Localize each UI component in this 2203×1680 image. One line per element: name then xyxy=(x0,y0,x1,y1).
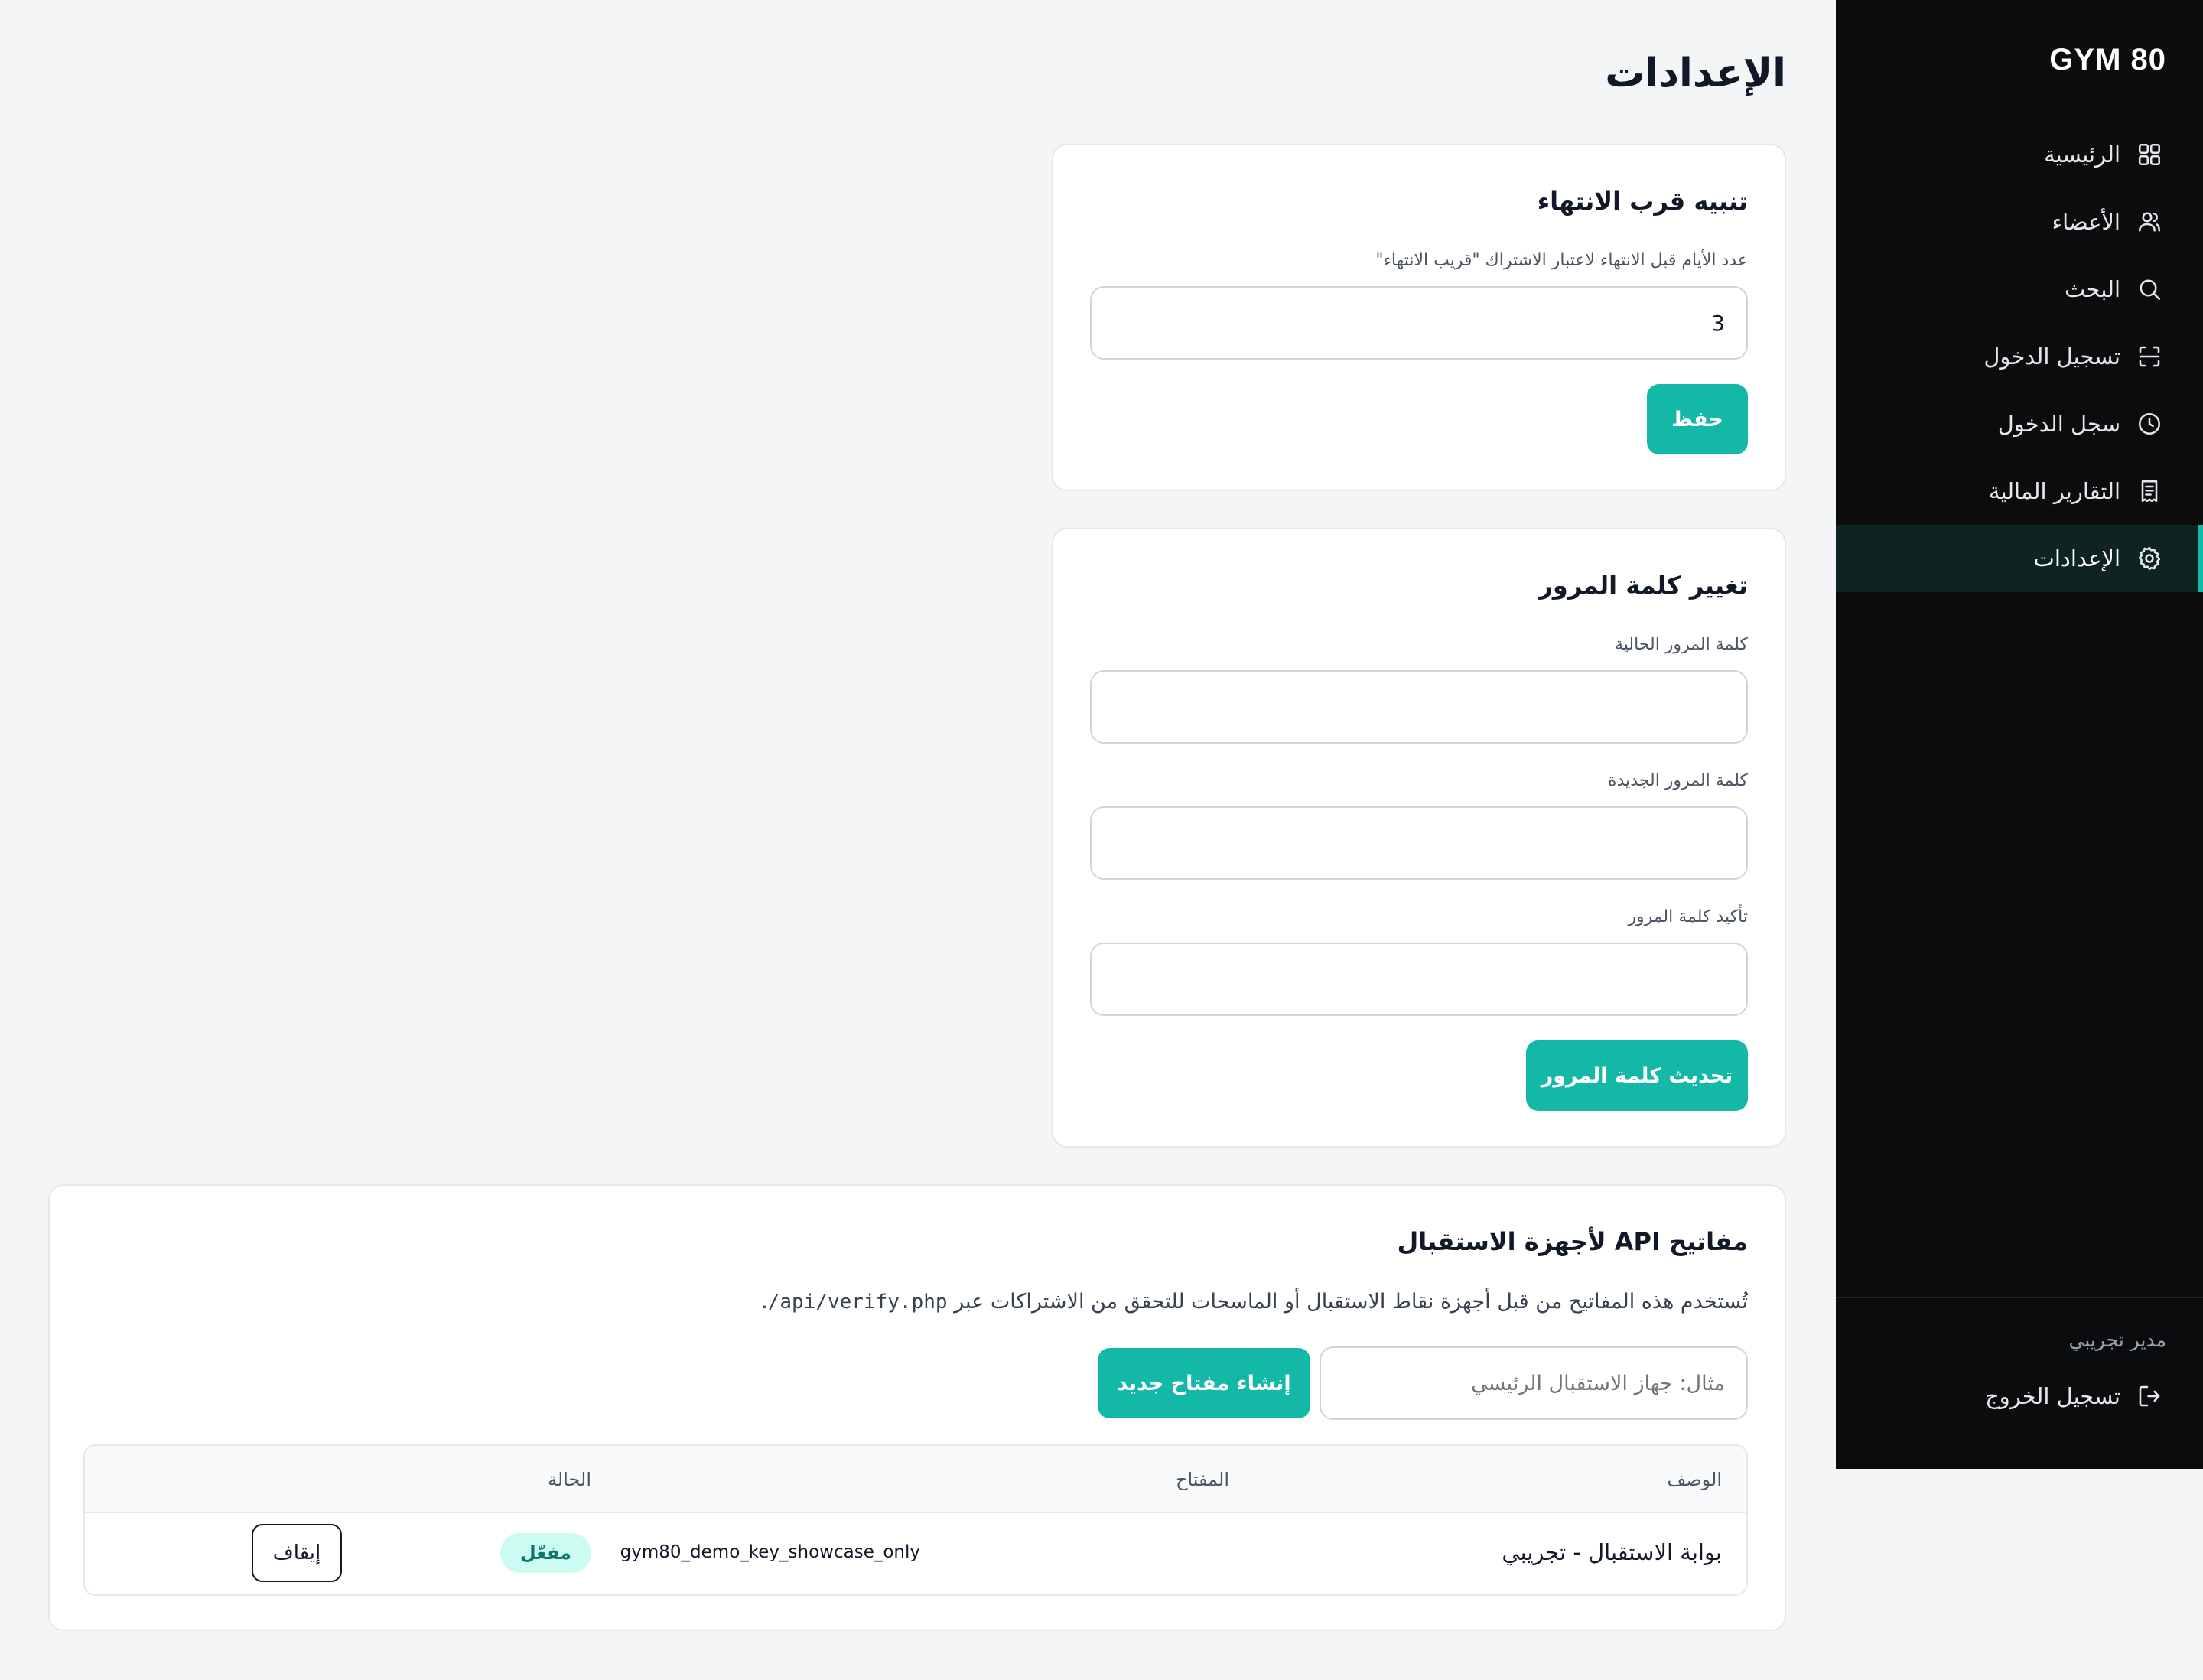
brand-logo: GYM 80 xyxy=(2049,43,2166,77)
api-description-end: . xyxy=(761,1290,768,1314)
confirm-password-label: تأكيد كلمة المرور xyxy=(1628,907,1748,926)
current-password-label: كلمة المرور الحالية xyxy=(1614,635,1748,654)
sidebar-item-members[interactable]: الأعضاء xyxy=(1836,188,2203,256)
clock-icon xyxy=(2136,410,2163,438)
receipt-icon xyxy=(2136,477,2163,505)
update-password-button[interactable]: تحديث كلمة المرور xyxy=(1526,1040,1748,1111)
logout-button[interactable]: تسجيل الخروج xyxy=(1985,1382,2163,1410)
days-label: عدد الأيام قبل الانتهاء لاعتبار الاشتراك… xyxy=(1375,251,1748,270)
sidebar-item-label: تسجيل الدخول xyxy=(1983,343,2120,370)
save-button[interactable]: حفظ xyxy=(1647,384,1748,454)
table-row: بوابة الاستقبال - تجريبي gym80_demo_key_… xyxy=(85,1513,1746,1594)
api-keys-card: مفاتيح API لأجهزة الاستقبال تُستخدم هذه … xyxy=(48,1184,1786,1631)
logout-icon xyxy=(2136,1382,2163,1410)
table-header: الوصف المفتاح الحالة xyxy=(85,1446,1746,1513)
sidebar-item-label: سجل الدخول xyxy=(1997,411,2120,437)
column-header-key: المفتاح xyxy=(1175,1469,1229,1490)
sidebar-item-check-in[interactable]: تسجيل الدخول xyxy=(1836,323,2203,390)
dashboard-icon xyxy=(2136,141,2163,168)
logout-label: تسجيل الخروج xyxy=(1985,1383,2120,1409)
row-key: gym80_demo_key_showcase_only xyxy=(620,1542,920,1562)
users-icon xyxy=(2136,208,2163,236)
new-password-input[interactable] xyxy=(1090,806,1748,880)
card-title: تغيير كلمة المرور xyxy=(1538,571,1748,600)
sidebar-item-log[interactable]: سجل الدخول xyxy=(1836,390,2203,457)
days-input[interactable] xyxy=(1090,286,1748,360)
sidebar-footer: مدير تجريبي تسجيل الخروج xyxy=(1836,1297,2203,1469)
sidebar-item-label: البحث xyxy=(2065,276,2120,302)
confirm-password-input[interactable] xyxy=(1090,943,1748,1016)
card-title: مفاتيح API لأجهزة الاستقبال xyxy=(1397,1227,1748,1256)
sidebar-item-settings[interactable]: الإعدادات xyxy=(1836,525,2203,592)
sidebar: GYM 80 الرئيسية الأعضاء البحث تسجيل الدخ… xyxy=(1836,0,2203,1469)
gear-icon xyxy=(2136,545,2163,572)
column-header-status: الحالة xyxy=(548,1469,591,1490)
api-keys-table: الوصف المفتاح الحالة بوابة الاستقبال - ت… xyxy=(83,1444,1748,1596)
sidebar-item-search[interactable]: البحث xyxy=(1836,256,2203,323)
search-icon xyxy=(2136,275,2163,303)
sidebar-item-financial-reports[interactable]: التقارير المالية xyxy=(1836,457,2203,525)
api-endpoint: /api/verify.php xyxy=(767,1291,948,1314)
row-description: بوابة الاستقبال - تجريبي xyxy=(1502,1539,1722,1565)
card-title: تنبيه قرب الانتهاء xyxy=(1537,187,1748,216)
sidebar-item-label: الرئيسية xyxy=(2044,142,2120,168)
current-password-input[interactable] xyxy=(1090,670,1748,744)
sidebar-nav: الرئيسية الأعضاء البحث تسجيل الدخول سجل … xyxy=(1836,121,2203,592)
api-description-text: تُستخدم هذه المفاتيح من قبل أجهزة نقاط ا… xyxy=(954,1290,1748,1314)
sidebar-item-label: الأعضاء xyxy=(2052,209,2120,235)
status-badge: مفعّل xyxy=(499,1533,591,1573)
new-password-label: كلمة المرور الجديدة xyxy=(1608,771,1748,790)
column-header-description: الوصف xyxy=(1667,1469,1722,1490)
user-name: مدير تجريبي xyxy=(2068,1329,2166,1351)
page-title: الإعدادات xyxy=(1605,50,1786,96)
create-key-button[interactable]: إنشاء مفتاح جديد xyxy=(1098,1348,1310,1418)
sidebar-item-label: الإعدادات xyxy=(2033,545,2120,571)
sidebar-item-home[interactable]: الرئيسية xyxy=(1836,121,2203,188)
disable-key-button[interactable]: إيقاف xyxy=(252,1524,342,1582)
expiry-alert-card: تنبيه قرب الانتهاء عدد الأيام قبل الانته… xyxy=(1052,144,1786,491)
api-description: تُستخدم هذه المفاتيح من قبل أجهزة نقاط ا… xyxy=(761,1290,1748,1314)
scan-icon xyxy=(2136,343,2163,370)
key-description-input[interactable] xyxy=(1320,1346,1748,1420)
sidebar-item-label: التقارير المالية xyxy=(1988,478,2120,504)
change-password-card: تغيير كلمة المرور كلمة المرور الحالية كل… xyxy=(1052,528,1786,1148)
